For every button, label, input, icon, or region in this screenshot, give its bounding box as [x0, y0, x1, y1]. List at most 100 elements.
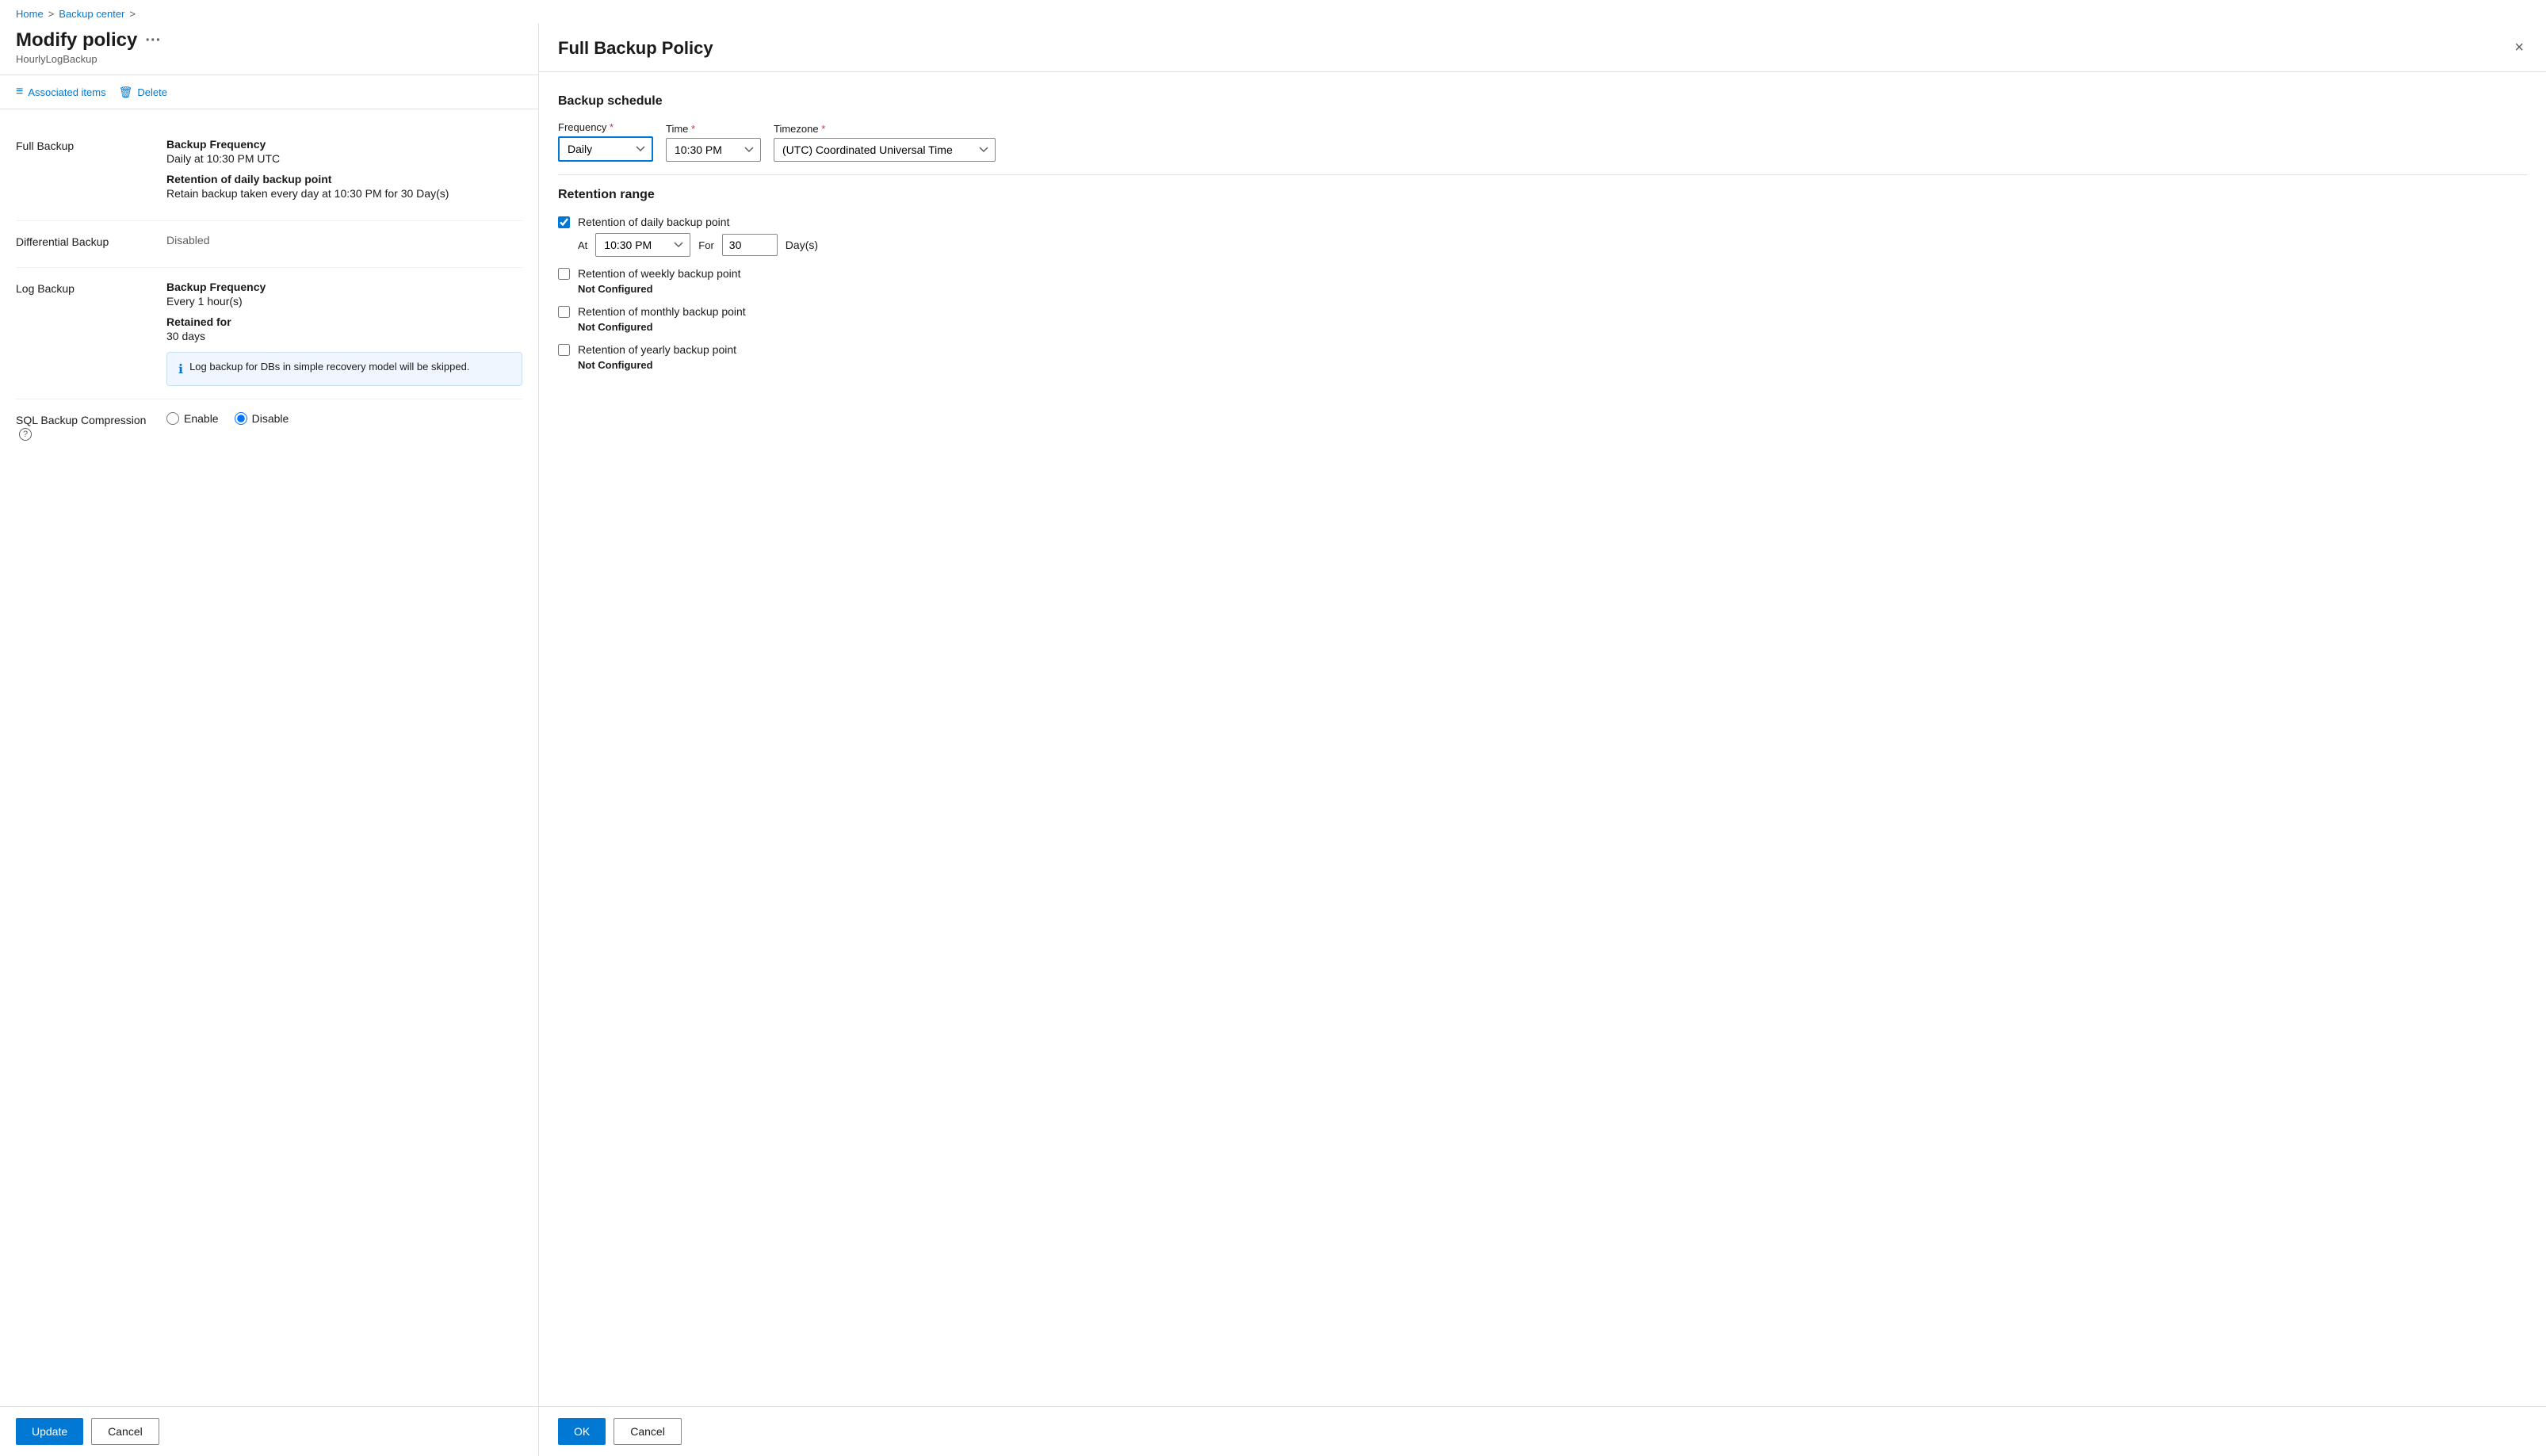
monthly-retention-row: Retention of monthly backup point — [558, 304, 2527, 318]
backup-freq-label: Backup Frequency — [166, 138, 522, 151]
backup-freq-value: Daily at 10:30 PM UTC — [166, 152, 522, 165]
monthly-not-configured: Not Configured — [578, 321, 2527, 333]
cancel-button-left[interactable]: Cancel — [91, 1418, 159, 1445]
timezone-required: * — [821, 123, 825, 135]
breadcrumb-backup-center[interactable]: Backup center — [59, 8, 124, 20]
daily-days-input[interactable] — [722, 234, 778, 256]
monthly-retention-label[interactable]: Retention of monthly backup point — [578, 305, 746, 318]
compression-radio-group: Enable Disable — [166, 412, 522, 425]
log-retained-label: Retained for — [166, 315, 522, 328]
yearly-checkbox-wrapper[interactable] — [558, 344, 570, 356]
weekly-checkbox[interactable] — [558, 268, 570, 280]
daily-days-unit: Day(s) — [786, 239, 818, 251]
frequency-label: Frequency * — [558, 121, 653, 133]
weekly-retention-row: Retention of weekly backup point — [558, 266, 2527, 280]
for-label: For — [698, 239, 714, 251]
close-button[interactable]: × — [2511, 36, 2527, 60]
retention-daily-label: Retention of daily backup point — [166, 173, 522, 185]
right-footer: OK Cancel — [539, 1406, 2546, 1456]
disable-radio-option[interactable]: Disable — [235, 412, 289, 425]
right-header: Full Backup Policy × — [539, 23, 2546, 72]
retention-daily-value: Retain backup taken every day at 10:30 P… — [166, 187, 522, 200]
log-backup-section: Log Backup Backup Frequency Every 1 hour… — [16, 268, 522, 399]
right-panel: Full Backup Policy × Backup schedule Fre… — [539, 23, 2546, 1456]
yearly-checkbox[interactable] — [558, 344, 570, 356]
log-backup-freq-value: Every 1 hour(s) — [166, 295, 522, 308]
timezone-select[interactable]: (UTC) Coordinated Universal Time — [774, 138, 996, 162]
daily-checkbox-wrapper[interactable] — [558, 216, 570, 228]
timezone-field: Timezone * (UTC) Coordinated Universal T… — [774, 123, 996, 162]
left-footer: Update Cancel — [0, 1406, 538, 1456]
at-label: At — [578, 239, 587, 251]
log-info-text: Log backup for DBs in simple recovery mo… — [189, 361, 469, 373]
main-layout: Modify policy ··· HourlyLogBackup Associ… — [0, 23, 2546, 1456]
weekly-not-configured: Not Configured — [578, 283, 2527, 295]
breadcrumb-home[interactable]: Home — [16, 8, 44, 20]
yearly-not-configured: Not Configured — [578, 359, 2527, 371]
left-content: Full Backup Backup Frequency Daily at 10… — [0, 109, 538, 1406]
daily-retention-row: Retention of daily backup point — [558, 215, 2527, 228]
list-icon — [16, 85, 23, 99]
log-info-box: ℹ Log backup for DBs in simple recovery … — [166, 352, 522, 386]
differential-backup-label: Differential Backup — [16, 234, 159, 248]
left-header: Modify policy ··· HourlyLogBackup — [0, 23, 538, 75]
more-options-icon[interactable]: ··· — [145, 32, 161, 50]
enable-radio[interactable] — [166, 412, 179, 425]
left-panel: Modify policy ··· HourlyLogBackup Associ… — [0, 23, 539, 1456]
toolbar: Associated items Delete — [0, 75, 538, 109]
breadcrumb-sep2: > — [129, 8, 136, 20]
retention-range-heading: Retention range — [558, 188, 2527, 202]
differential-backup-content: Disabled — [166, 234, 522, 254]
full-backup-section: Full Backup Backup Frequency Daily at 10… — [16, 125, 522, 221]
monthly-checkbox-wrapper[interactable] — [558, 306, 570, 318]
update-button[interactable]: Update — [16, 1418, 83, 1445]
timezone-label: Timezone * — [774, 123, 996, 135]
yearly-retention-row: Retention of yearly backup point — [558, 342, 2527, 356]
time-select[interactable]: 10:30 PM — [666, 138, 761, 162]
sql-compression-content: Enable Disable — [166, 412, 522, 425]
daily-checkbox[interactable] — [558, 216, 570, 228]
sql-compression-section: SQL Backup Compression ? Enable Disable — [16, 399, 522, 453]
differential-backup-section: Differential Backup Disabled — [16, 221, 522, 268]
sql-compression-label: SQL Backup Compression ? — [16, 412, 159, 441]
enable-radio-option[interactable]: Enable — [166, 412, 219, 425]
policy-subtitle: HourlyLogBackup — [16, 53, 522, 65]
daily-at-select[interactable]: 10:30 PM — [595, 233, 690, 257]
frequency-field: Frequency * Daily Weekly — [558, 121, 653, 162]
log-backup-label: Log Backup — [16, 281, 159, 295]
delete-button[interactable]: Delete — [119, 82, 167, 102]
disable-label: Disable — [252, 412, 289, 425]
trash-icon — [119, 86, 133, 99]
frequency-select[interactable]: Daily Weekly — [558, 136, 653, 162]
associated-items-button[interactable]: Associated items — [16, 82, 106, 102]
breadcrumb-sep1: > — [48, 8, 55, 20]
yearly-retention-label[interactable]: Retention of yearly backup point — [578, 343, 736, 356]
weekly-checkbox-wrapper[interactable] — [558, 268, 570, 280]
cancel-button-right[interactable]: Cancel — [614, 1418, 682, 1445]
weekly-retention-label[interactable]: Retention of weekly backup point — [578, 267, 740, 280]
time-label: Time * — [666, 123, 761, 135]
monthly-checkbox[interactable] — [558, 306, 570, 318]
right-panel-title: Full Backup Policy — [558, 38, 713, 59]
full-backup-label: Full Backup — [16, 138, 159, 152]
frequency-required: * — [610, 121, 614, 133]
daily-retention-section: Retention of daily backup point At 10:30… — [558, 215, 2527, 257]
breadcrumb: Home > Backup center > — [0, 0, 2546, 23]
page-title: Modify policy — [16, 29, 137, 52]
daily-retention-label[interactable]: Retention of daily backup point — [578, 216, 729, 228]
info-icon: ℹ — [178, 361, 183, 377]
log-retained-value: 30 days — [166, 330, 522, 342]
disable-radio[interactable] — [235, 412, 247, 425]
right-content: Backup schedule Frequency * Daily Weekly… — [539, 72, 2546, 1406]
full-backup-content: Backup Frequency Daily at 10:30 PM UTC R… — [166, 138, 522, 208]
ok-button[interactable]: OK — [558, 1418, 606, 1445]
schedule-form-row: Frequency * Daily Weekly Time * 10:30 PM — [558, 121, 2527, 162]
differential-backup-value: Disabled — [166, 234, 522, 246]
daily-retention-details: At 10:30 PM For Day(s) — [578, 233, 2527, 257]
backup-schedule-heading: Backup schedule — [558, 94, 2527, 109]
schedule-divider — [558, 174, 2527, 175]
log-backup-freq-label: Backup Frequency — [166, 281, 522, 293]
page-title-row: Modify policy ··· — [16, 29, 522, 52]
help-icon[interactable]: ? — [19, 428, 32, 441]
enable-label: Enable — [184, 412, 219, 425]
